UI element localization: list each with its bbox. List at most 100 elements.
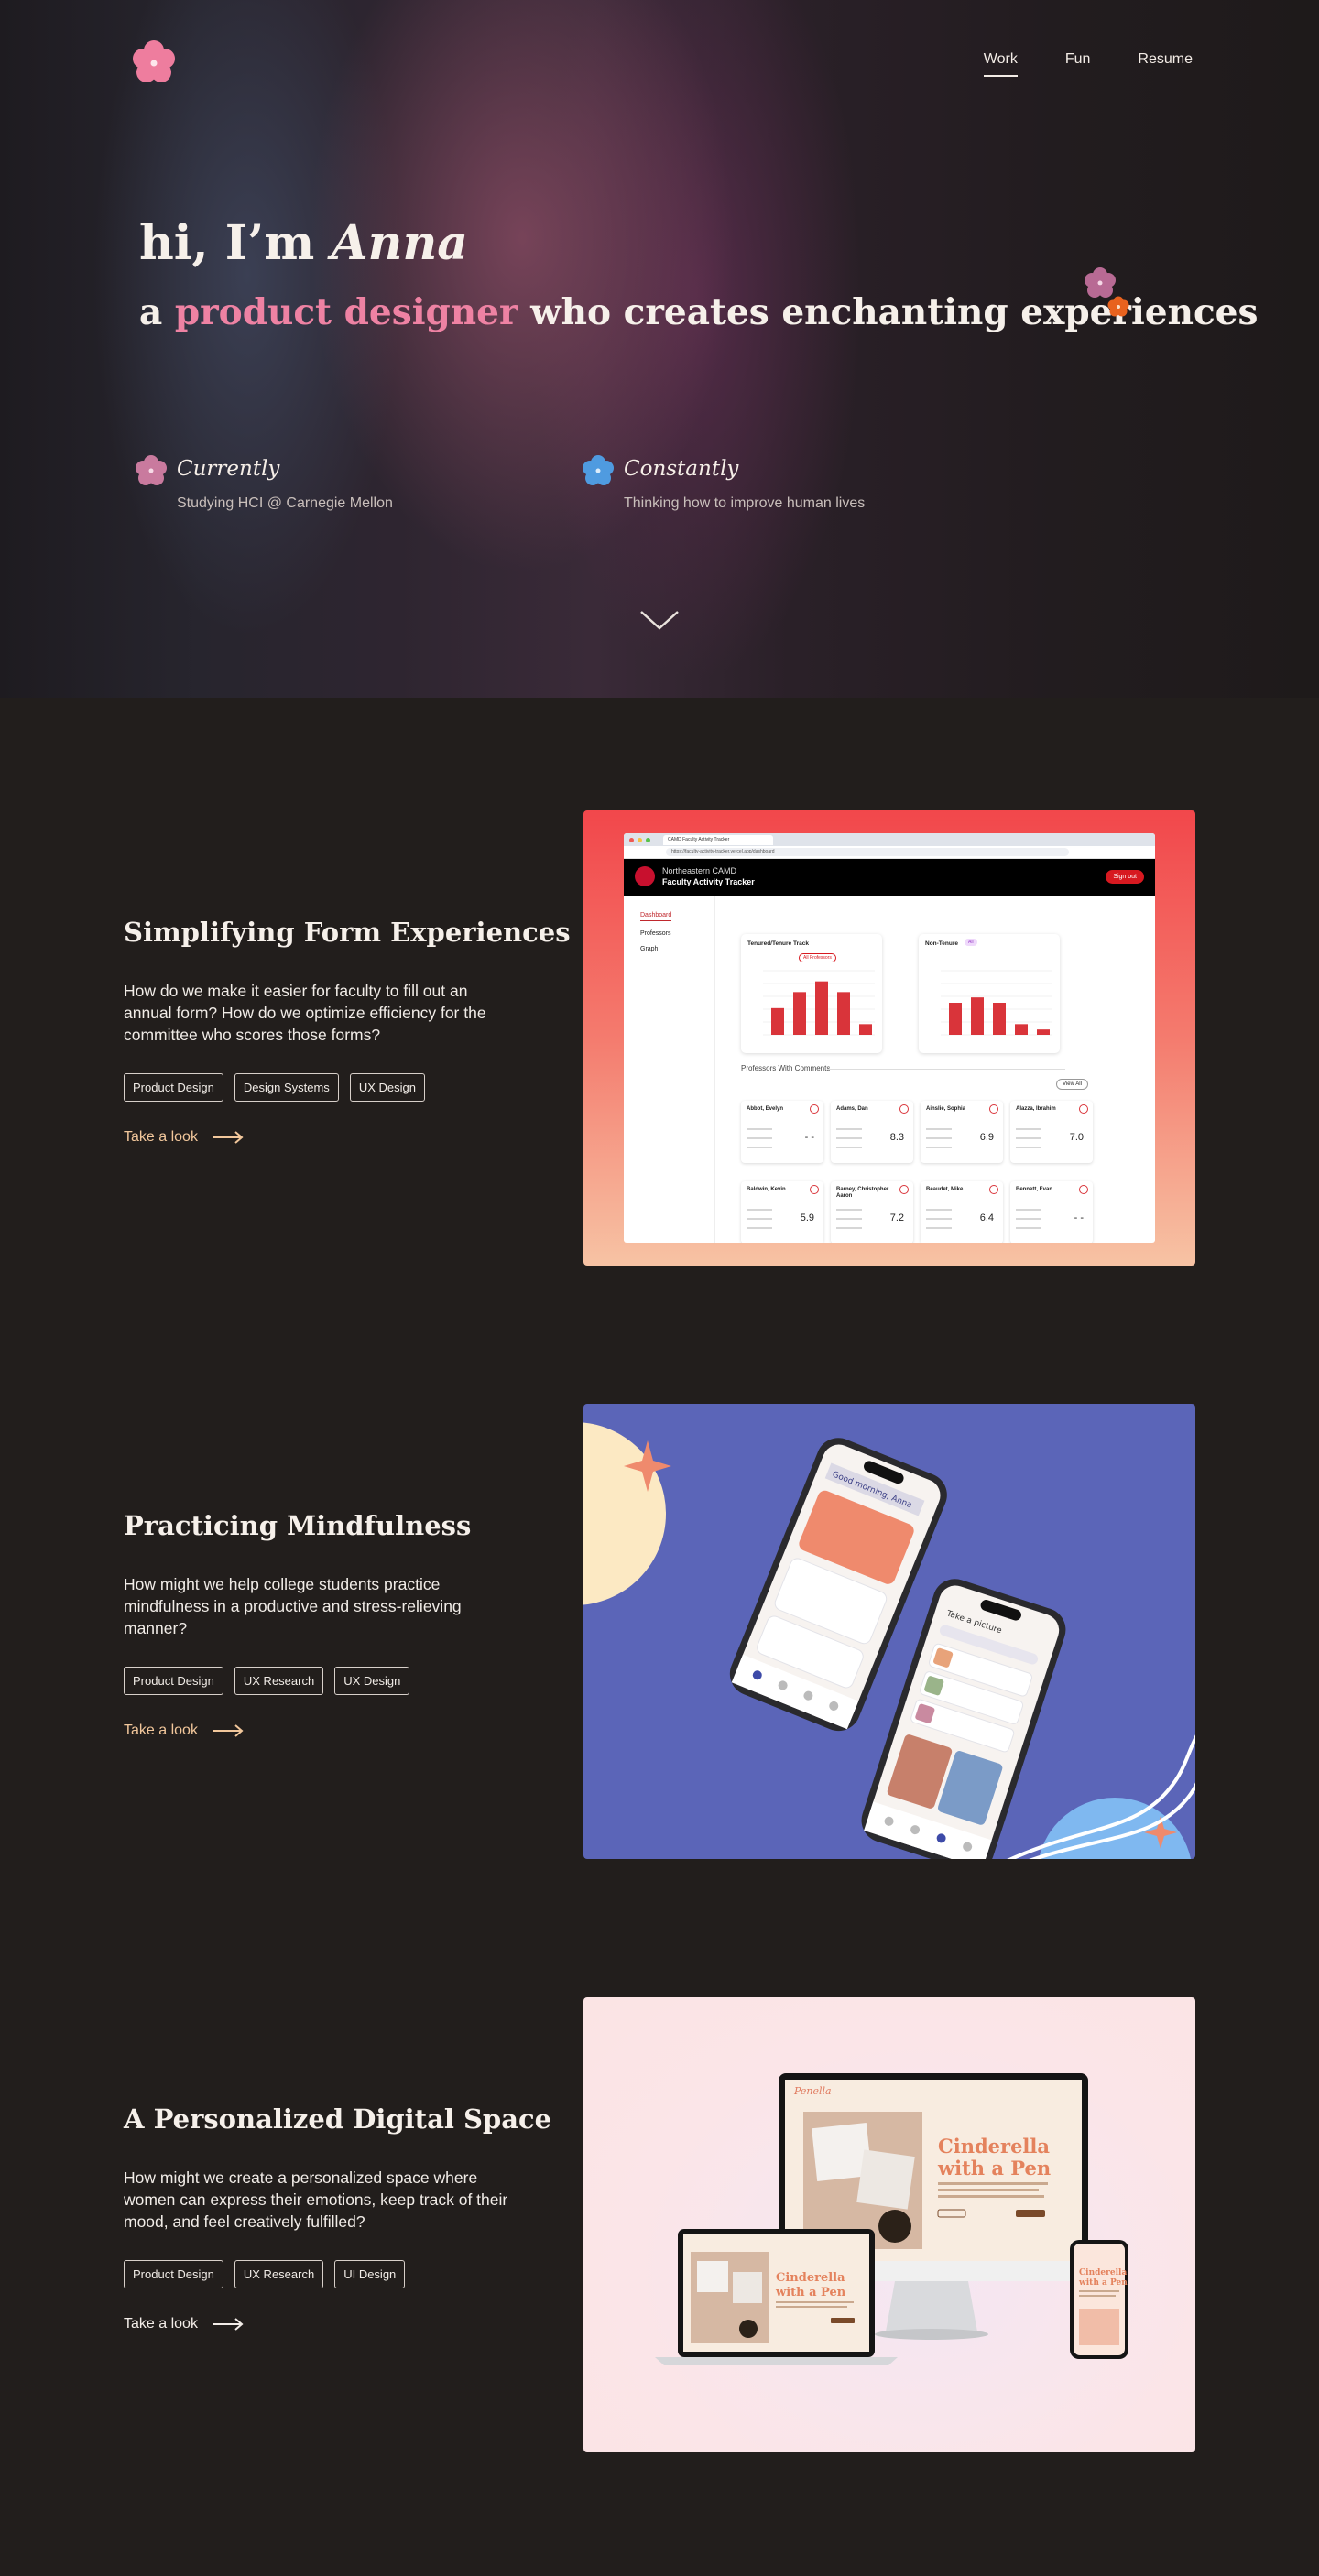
tagline-before: a (139, 291, 175, 333)
chart-card-nontenure: Non-Tenure All (919, 934, 1060, 1053)
project-image-mindfulness[interactable]: Good morning, Anna Take a picture (583, 1404, 1195, 1859)
sidebar-graph: Graph (640, 946, 659, 952)
project-tags: Product Design UX Research UX Design (124, 1667, 508, 1695)
professor-card: Beaudet, Mike 6.4 (921, 1181, 1003, 1243)
take-a-look-link[interactable]: Take a look (124, 2316, 508, 2332)
project-mindfulness: Practicing Mindfulness How might we help… (0, 1404, 1319, 1862)
category-line (1016, 1137, 1041, 1139)
devices-mockup: Penella Cinderella with a Pen Cinderella… (655, 2073, 1128, 2365)
status-desc: Thinking how to improve human lives (624, 495, 866, 511)
app-name: Faculty Activity Tracker (662, 877, 755, 886)
flower-logo-icon[interactable] (131, 39, 177, 85)
category-line (926, 1137, 952, 1139)
professor-card: Abbot, Evelyn - - (741, 1101, 823, 1163)
professor-score: 8.3 (889, 1132, 904, 1143)
comment-icon (1079, 1185, 1088, 1194)
nav-work[interactable]: Work (983, 51, 1018, 77)
category-line (836, 1218, 862, 1220)
comments-title: Professors With Comments (741, 1064, 831, 1072)
chart-bar (859, 1024, 872, 1035)
project-title: Simplifying Form Experiences (124, 917, 571, 948)
mauve-flower-icon (1085, 267, 1116, 298)
category-line (836, 1209, 862, 1211)
professor-card: Alazza, Ibrahim 7.0 (1010, 1101, 1093, 1163)
project-forms: Simplifying Form Experiences How do we m… (0, 810, 1319, 1268)
category-line (1016, 1227, 1041, 1229)
professor-score: 7.2 (889, 1212, 904, 1223)
comment-icon (1079, 1104, 1088, 1114)
tag: Product Design (124, 1667, 223, 1695)
headline-line1: Cinderella (938, 2135, 1050, 2158)
project-image-forms[interactable]: CAMD Faculty Activity Tracker https://fa… (583, 810, 1195, 1266)
app-header: Northeastern CAMD Faculty Activity Track… (624, 859, 1155, 896)
chart-bar (793, 992, 806, 1035)
headline-line2: with a Pen (937, 2157, 1051, 2179)
tag: Product Design (124, 1073, 223, 1102)
laptop-mockup: Cinderella with a Pen (655, 2229, 898, 2365)
take-a-look-link[interactable]: Take a look (124, 1723, 508, 1739)
cta-label: Take a look (124, 2316, 198, 2331)
status-label: Constantly (624, 457, 739, 481)
tagline-after: who creates enchanting experiences (518, 291, 1259, 333)
category-line (926, 1209, 952, 1211)
nav-fun[interactable]: Fun (1065, 51, 1091, 71)
comment-icon (899, 1104, 909, 1114)
sidebar-professors: Professors (640, 930, 671, 937)
bar-chart (941, 970, 1052, 1036)
arrow-right-icon (212, 1724, 244, 1737)
category-line (926, 1128, 952, 1130)
professor-name: Baldwin, Kevin (747, 1187, 786, 1192)
category-line (836, 1137, 862, 1139)
professor-name: Bennett, Evan (1016, 1187, 1053, 1192)
chart-bar (1037, 1029, 1050, 1035)
professor-card: Barney, Christopher Aaron 7.2 (831, 1181, 913, 1243)
university-logo-icon (635, 866, 655, 886)
laptop-headline-line1: Cinderella (776, 2271, 845, 2285)
chevron-down-icon[interactable] (638, 608, 681, 632)
take-a-look-link[interactable]: Take a look (124, 1129, 508, 1146)
category-line (926, 1218, 952, 1220)
chart-bar (815, 981, 828, 1035)
category-line (836, 1227, 862, 1229)
view-all-button: View All (1056, 1079, 1088, 1090)
nav-resume[interactable]: Resume (1138, 51, 1193, 71)
comment-icon (810, 1104, 819, 1114)
brand-name: Penella (793, 2085, 832, 2097)
category-line (747, 1128, 772, 1130)
url-text: https://faculty-activity-tracker.vercel.… (666, 848, 1069, 856)
browser-tab: CAMD Faculty Activity Tracker (663, 834, 773, 845)
category-line (1016, 1128, 1041, 1130)
tag: UI Design (334, 2260, 406, 2288)
status-label: Currently (177, 457, 280, 481)
sun-shape (583, 1422, 666, 1605)
comment-icon (989, 1104, 998, 1114)
professor-name: Adams, Dan (836, 1106, 868, 1112)
chart-bar (1015, 1024, 1028, 1035)
sidebar-dashboard: Dashboard (640, 912, 671, 921)
divider (827, 1069, 1065, 1070)
tag: UX Design (334, 1667, 410, 1695)
professor-card: Adams, Dan 8.3 (831, 1101, 913, 1163)
professor-score: - - (1074, 1212, 1084, 1223)
address-bar: https://faculty-activity-tracker.vercel.… (624, 846, 1155, 859)
arrow-right-icon (212, 1131, 244, 1144)
status-desc: Studying HCI @ Carnegie Mellon (177, 495, 393, 511)
professor-score: 7.0 (1069, 1132, 1084, 1143)
project-tags: Product Design UX Research UI Design (124, 2260, 508, 2288)
category-line (747, 1209, 772, 1211)
project-desc: How might we create a personalized space… (124, 2168, 508, 2231)
bar-chart (763, 970, 875, 1036)
professor-name: Alazza, Ibrahim (1016, 1106, 1056, 1112)
app-sidebar: Dashboard Professors Graph (624, 896, 715, 1243)
project-tags: Product Design Design Systems UX Design (124, 1073, 508, 1102)
category-line (836, 1128, 862, 1130)
chart-badge: All (965, 939, 977, 946)
project-text: Practicing Mindfulness How might we help… (124, 1510, 508, 1739)
professor-card: Bennett, Evan - - (1010, 1181, 1093, 1243)
professor-name: Beaudet, Mike (926, 1187, 964, 1192)
professor-card: Baldwin, Kevin 5.9 (741, 1181, 823, 1243)
project-image-digital-space[interactable]: Penella Cinderella with a Pen Cinderella… (583, 1997, 1195, 2452)
professor-name: Abbot, Evelyn (747, 1106, 784, 1112)
category-line (836, 1147, 862, 1148)
cta-label: Take a look (124, 1129, 198, 1145)
